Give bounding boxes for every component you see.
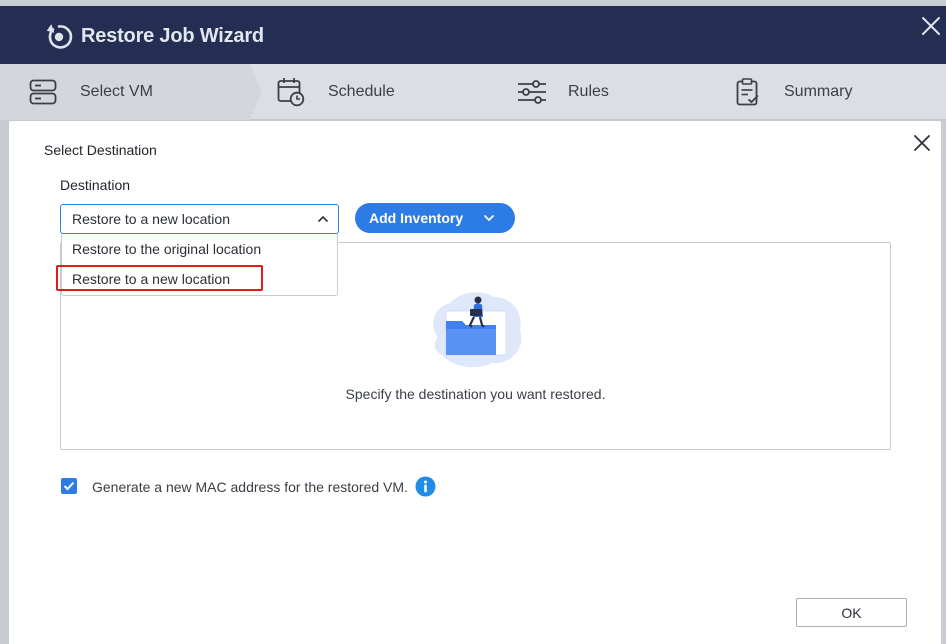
step-label: Rules: [568, 83, 609, 100]
calendar-clock-icon: [277, 78, 305, 107]
wizard-title: Restore Job Wizard: [81, 25, 264, 47]
info-icon[interactable]: [415, 476, 436, 497]
sliders-icon: [518, 80, 546, 104]
step-rules[interactable]: Rules: [517, 64, 609, 120]
step-label: Schedule: [328, 83, 395, 100]
step-schedule[interactable]: Schedule: [277, 64, 395, 120]
check-icon: [63, 481, 75, 491]
destination-label: Destination: [60, 177, 131, 193]
chevron-down-icon: [484, 215, 494, 222]
mac-address-label: Generate a new MAC address for the resto…: [92, 479, 408, 495]
mac-address-checkbox[interactable]: [61, 478, 77, 494]
clipboard-check-icon: [736, 78, 759, 106]
server-icon: [29, 79, 57, 105]
empty-state-text: Specify the destination you want restore…: [345, 386, 606, 402]
wizard-header: Restore Job Wizard: [0, 6, 946, 64]
step-label: Summary: [784, 83, 853, 100]
wizard-steps: Select VM Schedule Rules Summary: [0, 64, 946, 120]
select-destination-dialog: Select Destination Destination Restore t…: [8, 120, 942, 644]
step-select-vm[interactable]: Select VM: [29, 64, 153, 120]
add-inventory-button[interactable]: Add Inventory: [355, 203, 515, 233]
restore-wizard-screen: Restore Job Wizard Select VM Schedule Ru…: [0, 0, 946, 644]
destination-select[interactable]: Restore to a new location: [60, 204, 339, 234]
step-label: Select VM: [80, 83, 153, 100]
destination-selected-value: Restore to a new location: [72, 211, 230, 227]
folder-person-illustration: [433, 292, 522, 368]
step-summary[interactable]: Summary: [736, 64, 852, 120]
dialog-title: Select Destination: [44, 142, 157, 158]
chevron-up-icon: [318, 215, 328, 222]
restore-icon: [46, 24, 73, 49]
close-icon[interactable]: [920, 15, 942, 37]
option-original-location[interactable]: Restore to the original location: [62, 234, 337, 264]
ok-button[interactable]: OK: [796, 598, 907, 627]
close-icon[interactable]: [912, 133, 932, 153]
destination-dropdown: Restore to the original location Restore…: [61, 234, 338, 296]
option-new-location[interactable]: Restore to a new location: [62, 264, 337, 294]
add-inventory-label: Add Inventory: [369, 210, 464, 226]
